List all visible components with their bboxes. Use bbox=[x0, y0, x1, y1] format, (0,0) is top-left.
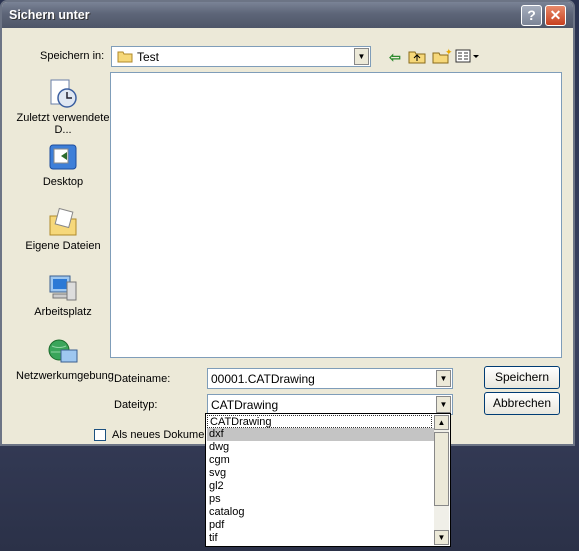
my-documents-icon bbox=[47, 206, 79, 238]
place-recent[interactable]: Zuletzt verwendete D... bbox=[16, 78, 110, 136]
my-computer-icon bbox=[47, 272, 79, 304]
new-folder-icon[interactable]: ✦ bbox=[432, 47, 453, 66]
place-desktop[interactable]: Desktop bbox=[16, 142, 110, 188]
dropdown-option[interactable]: gl2 bbox=[207, 480, 434, 493]
save-button[interactable]: Speichern bbox=[484, 366, 560, 389]
save-in-value: Test bbox=[137, 50, 160, 64]
dropdown-option[interactable]: ps bbox=[207, 493, 434, 506]
dropdown-option[interactable]: pdf bbox=[207, 519, 434, 532]
filetype-dropdown-list[interactable]: CATDrawing dxf dwg cgm svg gl2 ps catalo… bbox=[205, 413, 451, 547]
close-button[interactable]: ✕ bbox=[545, 5, 566, 26]
dropdown-option[interactable]: dwg bbox=[207, 441, 434, 454]
view-menu-icon[interactable] bbox=[455, 48, 481, 66]
network-icon bbox=[47, 336, 79, 368]
chevron-down-icon[interactable]: ▼ bbox=[436, 370, 451, 387]
recent-documents-icon bbox=[47, 78, 79, 110]
dropdown-scrollbar[interactable]: ▲ ▼ bbox=[434, 415, 449, 545]
place-network[interactable]: Netzwerkumgebung bbox=[16, 336, 114, 382]
chevron-down-icon[interactable]: ▼ bbox=[354, 48, 369, 65]
place-my-documents[interactable]: Eigene Dateien bbox=[16, 206, 110, 252]
dropdown-option[interactable]: catalog bbox=[207, 506, 434, 519]
folder-icon bbox=[117, 50, 133, 63]
place-label: Zuletzt verwendete D... bbox=[16, 112, 110, 136]
file-list[interactable] bbox=[110, 72, 562, 358]
back-arrow-icon[interactable]: ⇦ bbox=[386, 48, 404, 66]
place-label: Eigene Dateien bbox=[25, 240, 101, 252]
places-bar: Zuletzt verwendete D... Desktop Eigene D… bbox=[16, 74, 114, 404]
scroll-thumb[interactable] bbox=[434, 432, 449, 506]
filetype-select[interactable]: CATDrawing ▼ bbox=[207, 394, 453, 415]
filename-label: Dateiname: bbox=[114, 373, 171, 385]
svg-text:✦: ✦ bbox=[445, 48, 452, 57]
scroll-down-icon[interactable]: ▼ bbox=[434, 530, 449, 545]
filename-value: 00001.CATDrawing bbox=[211, 372, 315, 386]
new-document-checkbox[interactable] bbox=[94, 429, 106, 441]
dropdown-option[interactable]: cgm bbox=[207, 454, 434, 467]
place-label: Desktop bbox=[42, 176, 84, 188]
title-bar[interactable]: Sichern unter ? ✕ bbox=[2, 2, 573, 28]
save-in-combo[interactable]: Test ▼ bbox=[111, 46, 371, 67]
new-document-label: Als neues Dokument bbox=[112, 429, 214, 441]
save-in-label: Speichern in: bbox=[40, 50, 105, 62]
up-folder-icon[interactable] bbox=[408, 48, 426, 66]
dropdown-option[interactable]: svg bbox=[207, 467, 434, 480]
dropdown-option[interactable]: tif bbox=[207, 532, 434, 545]
filetype-value: CATDrawing bbox=[211, 398, 279, 412]
place-my-computer[interactable]: Arbeitsplatz bbox=[16, 272, 110, 318]
chevron-down-icon[interactable]: ▼ bbox=[436, 396, 451, 413]
window-title: Sichern unter bbox=[9, 8, 90, 22]
dropdown-option-selected[interactable]: dxf bbox=[207, 428, 434, 441]
help-button[interactable]: ? bbox=[521, 5, 542, 26]
filetype-label: Dateityp: bbox=[114, 399, 158, 411]
scroll-up-icon[interactable]: ▲ bbox=[434, 415, 449, 430]
cancel-button[interactable]: Abbrechen bbox=[484, 392, 560, 415]
filename-input[interactable]: 00001.CATDrawing ▼ bbox=[207, 368, 453, 389]
save-as-dialog: Sichern unter ? ✕ Speichern in: Test ▼ ⇦… bbox=[0, 0, 575, 446]
desktop-icon bbox=[47, 142, 79, 174]
dropdown-option[interactable]: CATDrawing bbox=[207, 415, 432, 428]
place-label: Arbeitsplatz bbox=[34, 306, 92, 318]
place-label: Netzwerkumgebung bbox=[16, 370, 114, 382]
